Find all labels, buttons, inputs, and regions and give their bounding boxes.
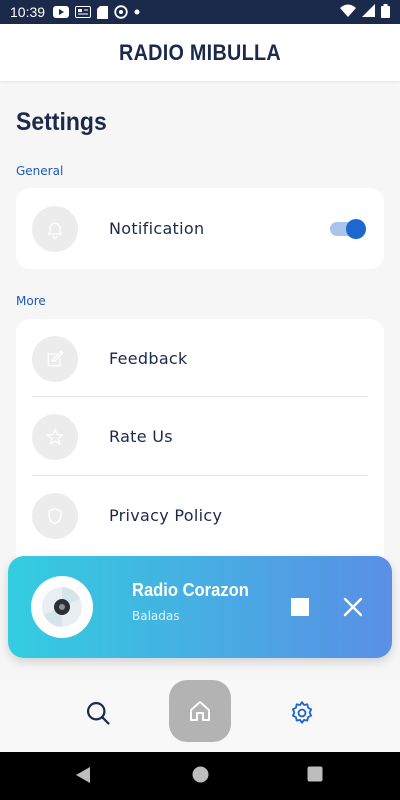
page-title: Settings <box>16 108 107 136</box>
section-label-general: General <box>16 164 64 178</box>
more-card: Feedback Rate Us Privacy Policy <box>16 319 384 579</box>
feedback-label: Feedback <box>109 349 188 368</box>
section-label-more: More <box>16 294 46 308</box>
wifi-icon <box>340 4 356 20</box>
bottom-navigation <box>0 680 400 752</box>
notification-label: Notification <box>109 219 205 238</box>
app-title: RADIO MIBULLA <box>119 39 281 65</box>
status-bar: 10:39 <box>0 0 400 24</box>
star-icon <box>32 413 78 460</box>
signal-icon <box>362 4 375 20</box>
news-icon <box>75 6 92 18</box>
feedback-icon <box>32 335 78 382</box>
privacy-policy-row[interactable]: Privacy Policy <box>16 476 384 555</box>
privacy-policy-label: Privacy Policy <box>109 506 223 525</box>
system-navigation-bar <box>0 752 400 800</box>
recents-icon[interactable] <box>307 766 323 786</box>
at-sign-icon <box>114 5 128 19</box>
sd-card-icon <box>97 5 109 19</box>
station-genre: Baladas <box>132 609 180 623</box>
rate-us-label: Rate Us <box>109 427 173 446</box>
home-icon <box>190 701 210 721</box>
rate-us-row[interactable]: Rate Us <box>16 397 384 476</box>
vinyl-disc-icon <box>42 587 82 627</box>
home-circle-icon[interactable] <box>192 766 209 787</box>
toggle-knob <box>346 219 366 239</box>
general-card: Notification <box>16 188 384 269</box>
station-artwork <box>31 576 93 638</box>
dot-icon <box>134 9 140 15</box>
back-icon[interactable] <box>75 766 91 788</box>
mini-player[interactable]: Radio Corazon Baladas <box>8 556 392 658</box>
shield-icon <box>32 492 78 539</box>
station-name: Radio Corazon <box>132 580 249 600</box>
notification-toggle[interactable] <box>330 219 366 239</box>
feedback-row[interactable]: Feedback <box>16 319 384 398</box>
status-time: 10:39 <box>10 4 46 20</box>
battery-icon <box>381 3 390 21</box>
settings-gear-icon[interactable] <box>285 696 319 730</box>
close-icon[interactable] <box>341 595 365 619</box>
app-header: RADIO MIBULLA <box>0 24 400 81</box>
stop-button[interactable] <box>291 598 309 616</box>
bell-icon <box>32 205 78 252</box>
notification-row[interactable]: Notification <box>16 189 384 268</box>
youtube-icon <box>53 6 70 18</box>
home-button[interactable] <box>169 680 231 742</box>
search-icon[interactable] <box>81 696 115 730</box>
